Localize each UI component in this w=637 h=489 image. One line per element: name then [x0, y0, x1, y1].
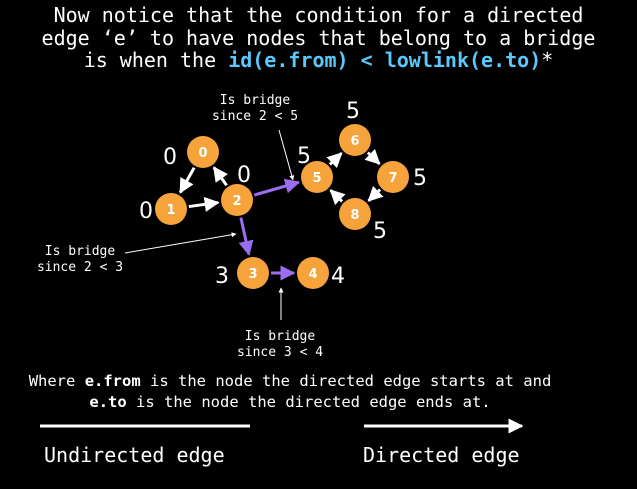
edge-0-to-1 — [178, 166, 196, 194]
node-4-label: 4 — [308, 267, 317, 282]
description-part-1: Where — [28, 372, 85, 390]
graph-diagram: 0123 45678 0003 45555 Is bridgesince 2 < 5… — [37, 93, 524, 434]
edge-1-to-2 — [188, 196, 220, 212]
node-1-label: 1 — [166, 203, 175, 218]
edge-8-to-5 — [329, 189, 346, 206]
edge-2-to-5-bridge — [253, 178, 301, 197]
node-6-lowlink: 5 — [346, 99, 360, 124]
annotation-1-pointer — [278, 129, 295, 181]
edge-2-to-3-bridge — [238, 217, 254, 256]
node-5-label: 5 — [312, 171, 321, 186]
node-2-label: 2 — [232, 194, 241, 209]
annotation-2-line-2: since 2 < 3 — [37, 260, 123, 275]
annotation-2-pointer — [124, 232, 237, 254]
edge-7-to-8 — [367, 185, 384, 202]
edge-2-to-0 — [212, 166, 228, 187]
edge-6-to-7 — [364, 148, 381, 165]
node-7-label: 7 — [388, 171, 397, 186]
node-2-lowlink: 0 — [237, 163, 251, 188]
slide: Now notice that the condition for a dire… — [0, 0, 637, 489]
node-3-label: 3 — [248, 267, 257, 282]
annotation-1-line-2: since 2 < 5 — [212, 109, 298, 124]
node-8-lowlink: 5 — [373, 219, 387, 244]
node-0-label: 0 — [198, 146, 207, 161]
description: Where e.from is the node the directed ed… — [0, 371, 580, 413]
annotation-3-line-1: Is bridge — [245, 329, 316, 344]
node-5-lowlink: 5 — [297, 144, 311, 169]
node-3-lowlink: 3 — [215, 264, 229, 289]
edge-5-to-6 — [326, 152, 343, 169]
node-1-lowlink: 0 — [139, 199, 153, 224]
undirected-edge-label: Undirected edge — [44, 443, 225, 467]
annotation-1-line-1: Is bridge — [220, 93, 291, 108]
annotation-3-line-2: since 3 < 4 — [237, 345, 323, 360]
annotation-2-line-1: Is bridge — [45, 244, 116, 259]
description-part-2: is the node the directed edge starts at … — [140, 372, 552, 390]
node-8-label: 8 — [350, 208, 359, 223]
directed-edge-label: Directed edge — [363, 443, 520, 467]
node-7-lowlink: 5 — [413, 166, 427, 191]
node-0-lowlink: 0 — [163, 145, 177, 170]
from-term: e.from — [84, 372, 141, 390]
node-4-lowlink: 4 — [331, 264, 345, 289]
node-6-label: 6 — [350, 134, 359, 149]
to-term: e.to — [89, 393, 127, 411]
description-part-3: is the node the directed edge ends at. — [126, 393, 491, 411]
